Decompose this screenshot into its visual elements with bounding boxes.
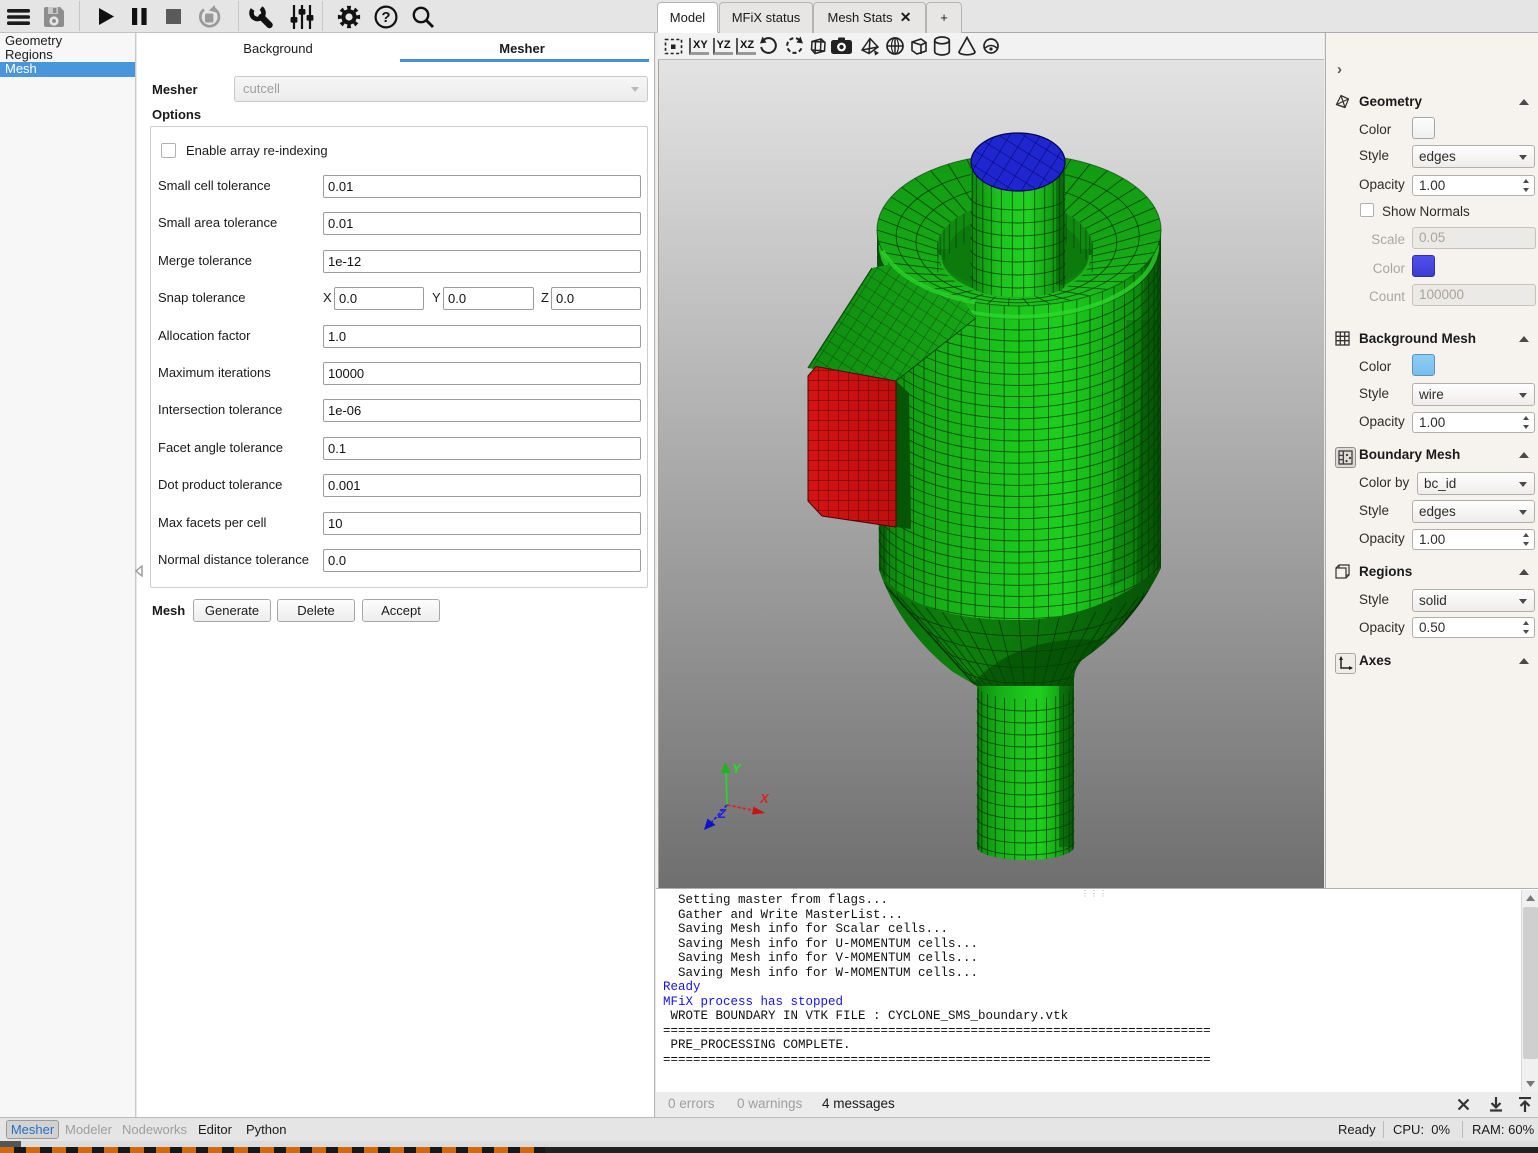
svg-text:?: ? — [381, 9, 390, 26]
svg-text:X: X — [759, 791, 770, 806]
svg-text:Y: Y — [732, 761, 742, 776]
svg-text:Z: Z — [717, 806, 727, 821]
